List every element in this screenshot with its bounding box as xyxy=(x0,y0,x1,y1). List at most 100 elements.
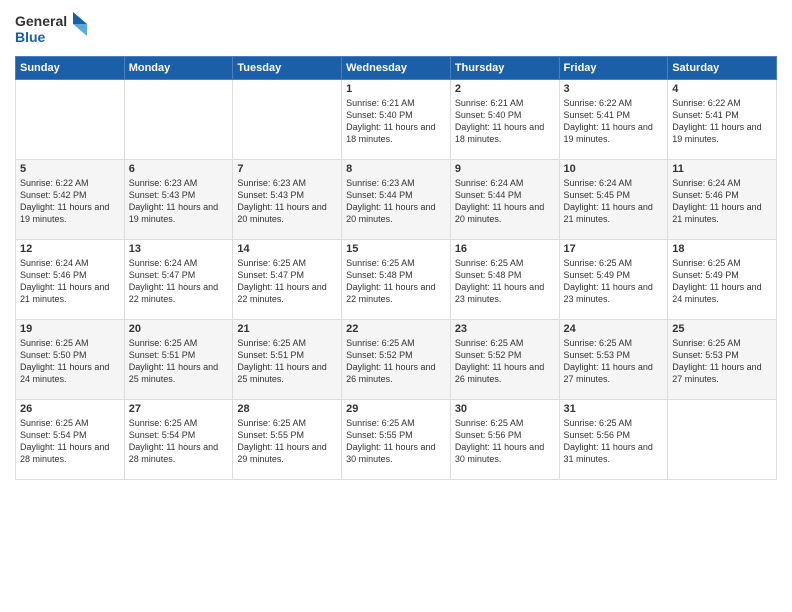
day-info: Sunrise: 6:24 AM Sunset: 5:45 PM Dayligh… xyxy=(564,177,664,226)
weekday-header-wednesday: Wednesday xyxy=(342,57,451,80)
day-number: 26 xyxy=(20,403,120,415)
calendar-cell: 22 Sunrise: 6:25 AM Sunset: 5:52 PM Dayli… xyxy=(342,320,451,400)
calendar-cell: 31Sunrise: 6:25 AM Sunset: 5:56 PM Dayli… xyxy=(559,400,668,480)
weekday-header-sunday: Sunday xyxy=(16,57,125,80)
svg-text:General: General xyxy=(15,13,67,29)
logo-icon: GeneralBlue xyxy=(15,10,95,50)
day-number: 13 xyxy=(129,243,229,255)
day-info: Sunrise: 6:25 AM Sunset: 5:55 PM Dayligh… xyxy=(346,417,446,466)
calendar-cell: 18 Sunrise: 6:25 AM Sunset: 5:49 PM Dayli… xyxy=(668,240,777,320)
day-info: Sunrise: 6:23 AM Sunset: 5:43 PM Dayligh… xyxy=(237,177,337,226)
header: GeneralBlue xyxy=(15,10,777,50)
day-number: 2 xyxy=(455,83,555,95)
calendar-cell: 8Sunrise: 6:23 AM Sunset: 5:44 PM Daylig… xyxy=(342,160,451,240)
week-row-4: 26 Sunrise: 6:25 AM Sunset: 5:54 PM Dayli… xyxy=(16,400,777,480)
weekday-header-saturday: Saturday xyxy=(668,57,777,80)
day-info: Sunrise: 6:22 AM Sunset: 5:42 PM Dayligh… xyxy=(20,177,120,226)
day-info: Sunrise: 6:24 AM Sunset: 5:46 PM Dayligh… xyxy=(672,177,772,226)
calendar-cell: 10 Sunrise: 6:24 AM Sunset: 5:45 PM Dayli… xyxy=(559,160,668,240)
day-number: 20 xyxy=(129,323,229,335)
day-info: Sunrise: 6:24 AM Sunset: 5:47 PM Dayligh… xyxy=(129,257,229,306)
day-info: Sunrise: 6:25 AM Sunset: 5:48 PM Dayligh… xyxy=(346,257,446,306)
day-info: Sunrise: 6:25 AM Sunset: 5:56 PM Dayligh… xyxy=(455,417,555,466)
weekday-header-tuesday: Tuesday xyxy=(233,57,342,80)
day-number: 11 xyxy=(672,163,772,175)
day-info: Sunrise: 6:21 AM Sunset: 5:40 PM Dayligh… xyxy=(346,97,446,146)
day-info: Sunrise: 6:25 AM Sunset: 5:52 PM Dayligh… xyxy=(346,337,446,386)
calendar-cell: 5 Sunrise: 6:22 AM Sunset: 5:42 PM Daylig… xyxy=(16,160,125,240)
day-number: 23 xyxy=(455,323,555,335)
calendar-cell xyxy=(16,80,125,160)
day-number: 25 xyxy=(672,323,772,335)
page: GeneralBlue SundayMondayTuesdayWednesday… xyxy=(0,0,792,612)
day-info: Sunrise: 6:25 AM Sunset: 5:54 PM Dayligh… xyxy=(20,417,120,466)
day-number: 12 xyxy=(20,243,120,255)
week-row-1: 5 Sunrise: 6:22 AM Sunset: 5:42 PM Daylig… xyxy=(16,160,777,240)
day-info: Sunrise: 6:25 AM Sunset: 5:48 PM Dayligh… xyxy=(455,257,555,306)
day-number: 30 xyxy=(455,403,555,415)
day-number: 19 xyxy=(20,323,120,335)
calendar-cell: 25Sunrise: 6:25 AM Sunset: 5:53 PM Dayli… xyxy=(668,320,777,400)
day-number: 21 xyxy=(237,323,337,335)
weekday-header-thursday: Thursday xyxy=(450,57,559,80)
calendar-cell: 15 Sunrise: 6:25 AM Sunset: 5:48 PM Dayli… xyxy=(342,240,451,320)
svg-text:Blue: Blue xyxy=(15,29,46,45)
weekday-header-monday: Monday xyxy=(124,57,233,80)
day-info: Sunrise: 6:25 AM Sunset: 5:55 PM Dayligh… xyxy=(237,417,337,466)
day-number: 7 xyxy=(237,163,337,175)
day-info: Sunrise: 6:25 AM Sunset: 5:50 PM Dayligh… xyxy=(20,337,120,386)
day-number: 17 xyxy=(564,243,664,255)
calendar-cell: 9Sunrise: 6:24 AM Sunset: 5:44 PM Daylig… xyxy=(450,160,559,240)
day-info: Sunrise: 6:25 AM Sunset: 5:54 PM Dayligh… xyxy=(129,417,229,466)
calendar-table: SundayMondayTuesdayWednesdayThursdayFrid… xyxy=(15,56,777,480)
day-info: Sunrise: 6:24 AM Sunset: 5:46 PM Dayligh… xyxy=(20,257,120,306)
calendar-cell: 28 Sunrise: 6:25 AM Sunset: 5:55 PM Dayli… xyxy=(233,400,342,480)
day-number: 24 xyxy=(564,323,664,335)
day-number: 15 xyxy=(346,243,446,255)
day-number: 14 xyxy=(237,243,337,255)
calendar-cell xyxy=(668,400,777,480)
logo: GeneralBlue xyxy=(15,10,95,50)
day-number: 10 xyxy=(564,163,664,175)
day-number: 4 xyxy=(672,83,772,95)
day-info: Sunrise: 6:25 AM Sunset: 5:49 PM Dayligh… xyxy=(564,257,664,306)
day-info: Sunrise: 6:25 AM Sunset: 5:53 PM Dayligh… xyxy=(564,337,664,386)
day-info: Sunrise: 6:25 AM Sunset: 5:47 PM Dayligh… xyxy=(237,257,337,306)
day-info: Sunrise: 6:22 AM Sunset: 5:41 PM Dayligh… xyxy=(672,97,772,146)
day-info: Sunrise: 6:21 AM Sunset: 5:40 PM Dayligh… xyxy=(455,97,555,146)
day-number: 1 xyxy=(346,83,446,95)
week-row-2: 12 Sunrise: 6:24 AM Sunset: 5:46 PM Dayli… xyxy=(16,240,777,320)
calendar-cell: 13 Sunrise: 6:24 AM Sunset: 5:47 PM Dayli… xyxy=(124,240,233,320)
day-info: Sunrise: 6:25 AM Sunset: 5:52 PM Dayligh… xyxy=(455,337,555,386)
day-number: 31 xyxy=(564,403,664,415)
day-number: 5 xyxy=(20,163,120,175)
weekday-header-friday: Friday xyxy=(559,57,668,80)
day-number: 22 xyxy=(346,323,446,335)
day-number: 27 xyxy=(129,403,229,415)
calendar-cell: 12 Sunrise: 6:24 AM Sunset: 5:46 PM Dayli… xyxy=(16,240,125,320)
day-info: Sunrise: 6:24 AM Sunset: 5:44 PM Dayligh… xyxy=(455,177,555,226)
day-number: 28 xyxy=(237,403,337,415)
day-number: 29 xyxy=(346,403,446,415)
day-number: 16 xyxy=(455,243,555,255)
calendar-cell: 6Sunrise: 6:23 AM Sunset: 5:43 PM Daylig… xyxy=(124,160,233,240)
calendar-cell: 3 Sunrise: 6:22 AM Sunset: 5:41 PM Daylig… xyxy=(559,80,668,160)
calendar-cell: 29 Sunrise: 6:25 AM Sunset: 5:55 PM Dayli… xyxy=(342,400,451,480)
calendar-cell: 20Sunrise: 6:25 AM Sunset: 5:51 PM Dayli… xyxy=(124,320,233,400)
calendar-cell: 7 Sunrise: 6:23 AM Sunset: 5:43 PM Daylig… xyxy=(233,160,342,240)
calendar-cell: 24 Sunrise: 6:25 AM Sunset: 5:53 PM Dayli… xyxy=(559,320,668,400)
calendar-cell: 30 Sunrise: 6:25 AM Sunset: 5:56 PM Dayli… xyxy=(450,400,559,480)
day-number: 3 xyxy=(564,83,664,95)
day-info: Sunrise: 6:22 AM Sunset: 5:41 PM Dayligh… xyxy=(564,97,664,146)
calendar-cell: 27 Sunrise: 6:25 AM Sunset: 5:54 PM Dayli… xyxy=(124,400,233,480)
weekday-header-row: SundayMondayTuesdayWednesdayThursdayFrid… xyxy=(16,57,777,80)
calendar-cell: 1 Sunrise: 6:21 AM Sunset: 5:40 PM Daylig… xyxy=(342,80,451,160)
calendar-cell: 16 Sunrise: 6:25 AM Sunset: 5:48 PM Dayli… xyxy=(450,240,559,320)
day-info: Sunrise: 6:25 AM Sunset: 5:49 PM Dayligh… xyxy=(672,257,772,306)
calendar-cell: 19 Sunrise: 6:25 AM Sunset: 5:50 PM Dayli… xyxy=(16,320,125,400)
calendar-cell: 14 Sunrise: 6:25 AM Sunset: 5:47 PM Dayli… xyxy=(233,240,342,320)
calendar-cell xyxy=(124,80,233,160)
week-row-0: 1 Sunrise: 6:21 AM Sunset: 5:40 PM Daylig… xyxy=(16,80,777,160)
day-number: 18 xyxy=(672,243,772,255)
day-number: 8 xyxy=(346,163,446,175)
